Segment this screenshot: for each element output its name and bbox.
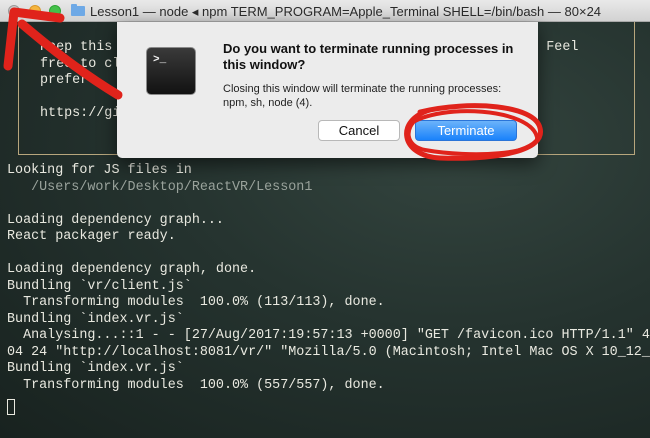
terminal-prompt-glyph: >_ <box>153 54 167 66</box>
terminal-line: Loading dependency graph... <box>7 212 224 228</box>
minimize-window-icon[interactable] <box>29 5 41 17</box>
terminal-line: Analysing...::1 - - [27/Aug/2017:19:57:1… <box>7 328 650 343</box>
terminal-line: Transforming modules 100.0% (113/113), d… <box>7 295 385 310</box>
dialog-message: Closing this window will terminate the r… <box>223 83 502 109</box>
terminate-button[interactable]: Terminate <box>415 120 517 141</box>
terminal-line: Transforming modules 100.0% (557/557), d… <box>7 377 385 393</box>
terminate-dialog: >_ Do you want to terminate running proc… <box>117 22 538 158</box>
dialog-title: Do you want to terminate running process… <box>223 41 514 72</box>
cancel-button[interactable]: Cancel <box>318 120 400 141</box>
terminal-line: Bundling `index.vr.js` <box>7 311 184 327</box>
info-box-line: prefer. <box>40 73 97 88</box>
info-box-line: https://gi <box>40 106 121 121</box>
title-bar[interactable]: Lesson1 — node ◂ npm TERM_PROGRAM=Apple_… <box>0 0 650 22</box>
zoom-window-icon[interactable] <box>49 5 61 17</box>
terminal-window: Lesson1 — node ◂ npm TERM_PROGRAM=Apple_… <box>0 0 650 438</box>
terminal-line: /Users/work/Desktop/ReactVR/Lesson1 <box>7 179 313 195</box>
terminal-line: Bundling `index.vr.js` <box>7 361 184 376</box>
folder-icon <box>71 4 85 16</box>
terminal-app-icon: >_ <box>146 47 196 95</box>
window-title: Lesson1 — node ◂ npm TERM_PROGRAM=Apple_… <box>90 4 602 19</box>
terminal-line: React packager ready. <box>7 229 176 244</box>
terminal-line: 04 24 "http://localhost:8081/vr/" "Mozil… <box>7 344 650 360</box>
terminal-line: Bundling `vr/client.js` <box>7 278 192 294</box>
close-window-icon[interactable] <box>8 5 20 17</box>
terminal-line: Loading dependency graph, done. <box>7 262 257 277</box>
text-cursor <box>7 399 15 415</box>
terminal-line: Looking for JS files in <box>7 163 192 178</box>
